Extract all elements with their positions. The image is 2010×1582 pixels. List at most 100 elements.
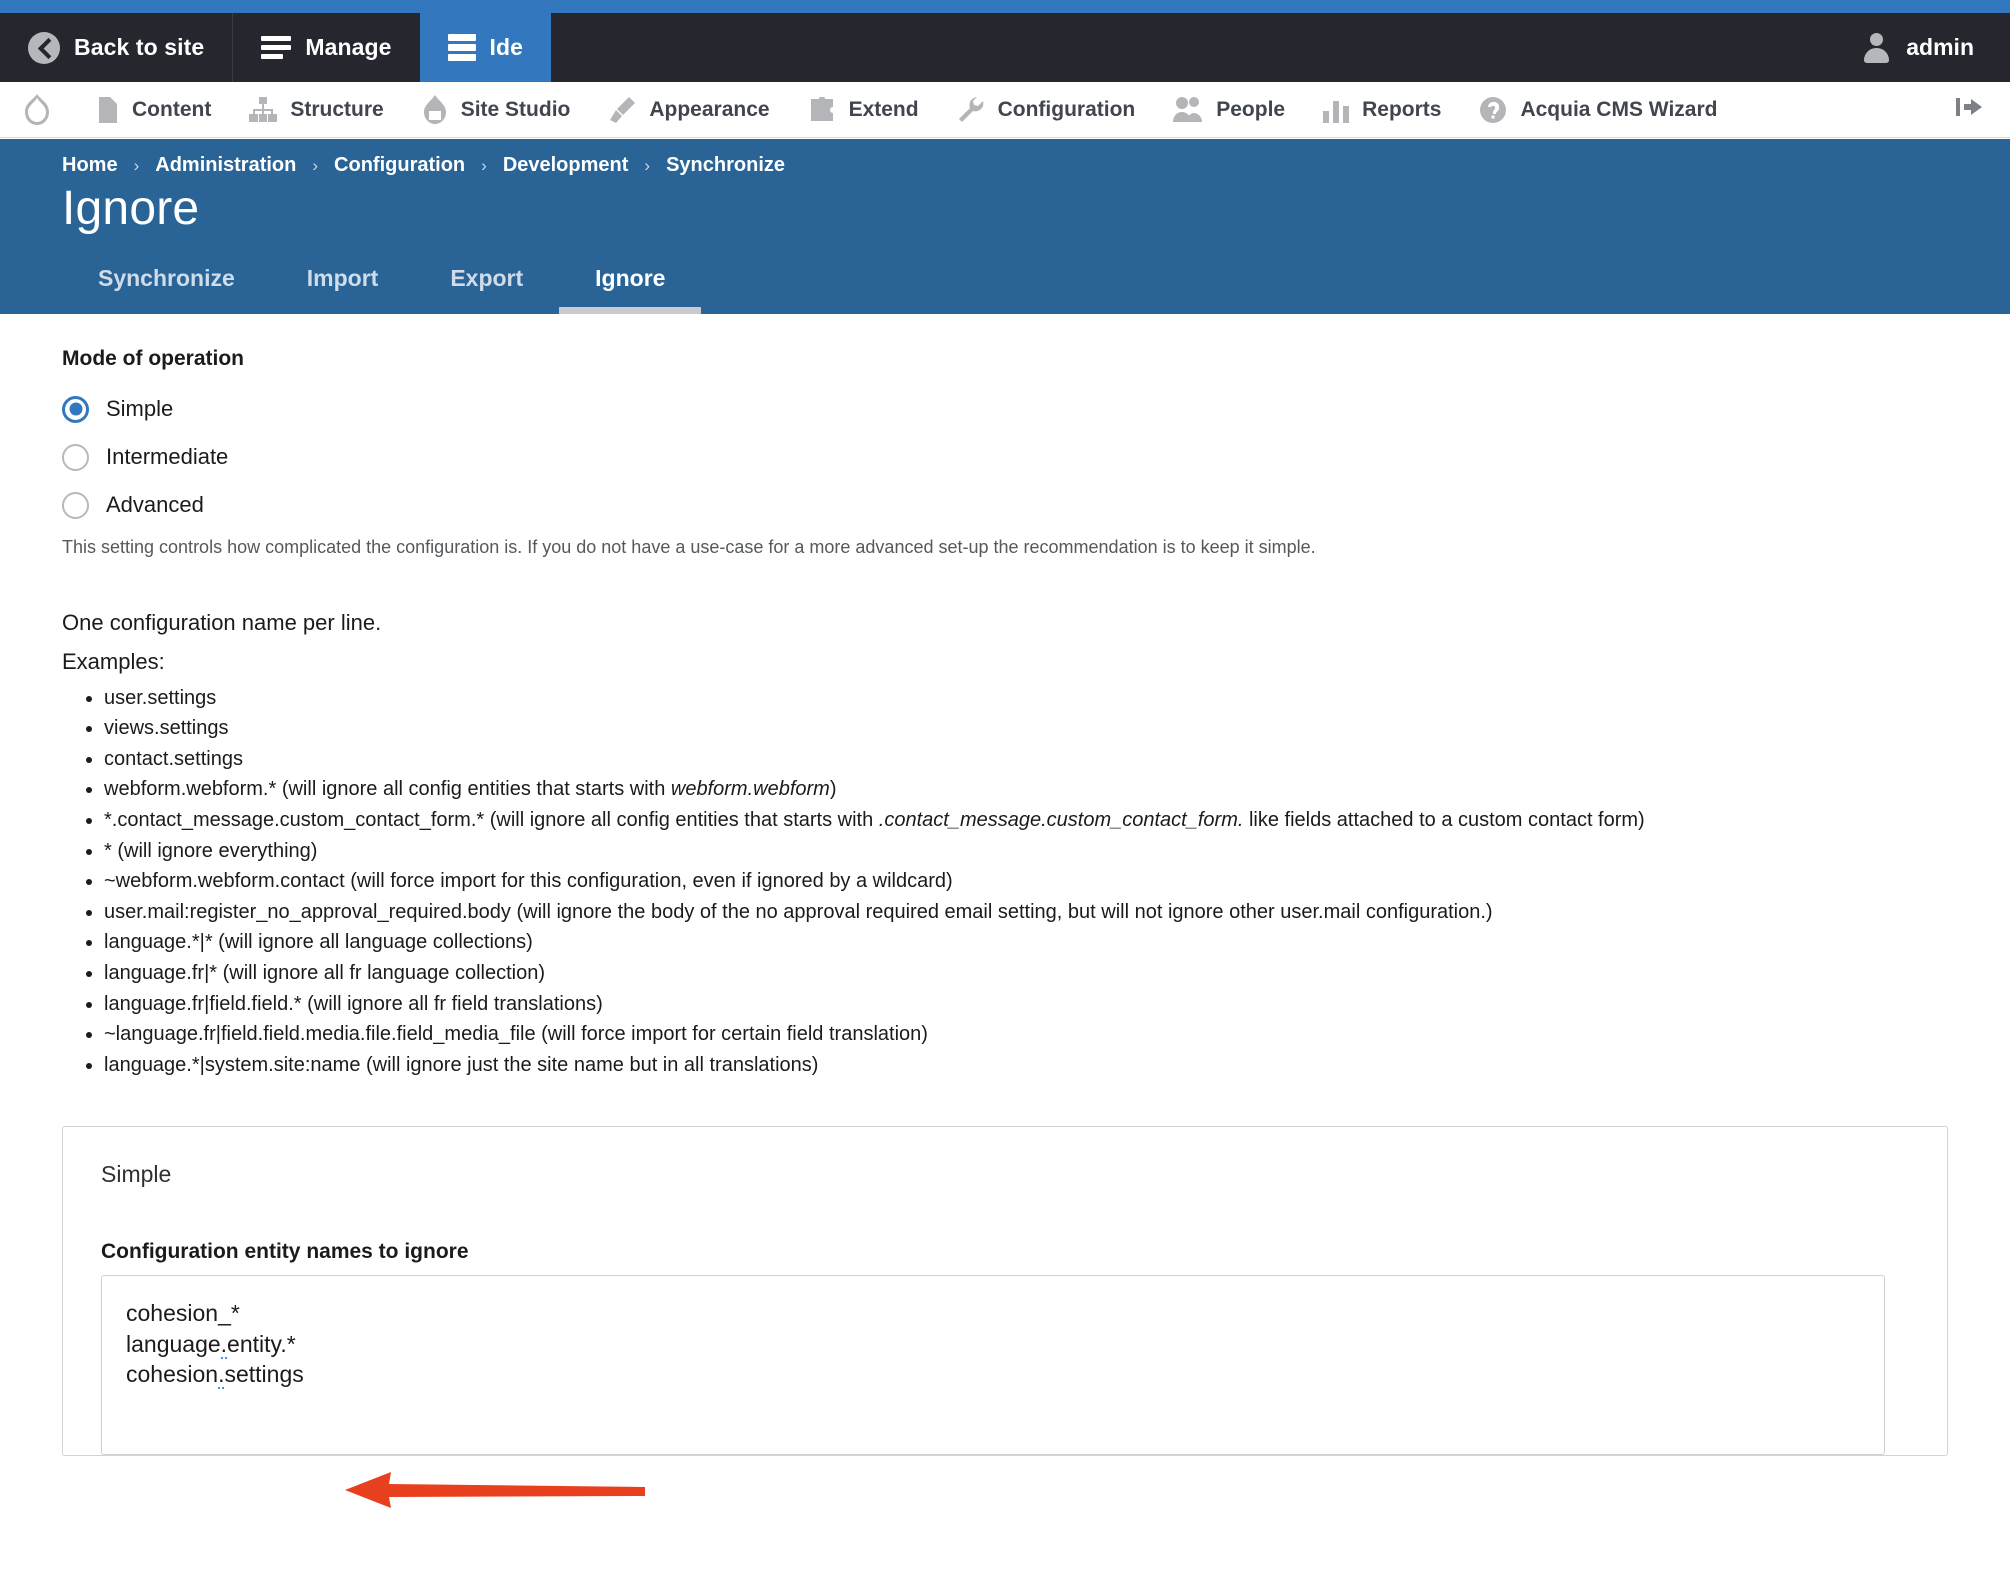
configuration-entity-names-textarea[interactable]: cohesion_* language.entity.* cohesion.se… xyxy=(101,1275,1885,1456)
breadcrumb-separator: › xyxy=(644,155,651,175)
breadcrumb-item-home[interactable]: Home xyxy=(62,154,118,177)
tab-export[interactable]: Export xyxy=(414,265,559,314)
server-stack-icon xyxy=(447,33,476,62)
menu-item-extend-label: Extend xyxy=(848,97,919,121)
back-chevron-icon xyxy=(28,31,60,64)
page-header: Home › Administration › Configuration › … xyxy=(0,139,2010,314)
tab-synchronize-label: Synchronize xyxy=(98,265,235,291)
configuration-entity-names-label: Configuration entity names to ignore xyxy=(101,1240,469,1264)
paintbrush-icon xyxy=(610,96,636,123)
breadcrumb-separator: › xyxy=(133,155,140,175)
menu-item-appearance[interactable]: Appearance xyxy=(589,82,788,138)
user-menu-button[interactable]: admin xyxy=(1842,13,2010,82)
radio-row-advanced[interactable]: Advanced xyxy=(62,481,1948,529)
menu-item-appearance-label: Appearance xyxy=(649,97,770,121)
radio-simple[interactable] xyxy=(62,395,89,423)
menu-item-content[interactable]: Content xyxy=(78,82,230,138)
back-to-site-label: Back to site xyxy=(74,34,205,60)
mode-of-operation-label: Mode of operation xyxy=(62,347,244,370)
radio-intermediate[interactable] xyxy=(62,443,89,471)
back-to-site-button[interactable]: Back to site xyxy=(0,13,232,82)
breadcrumb-item-administration[interactable]: Administration xyxy=(155,154,296,177)
ide-label: Ide xyxy=(489,34,524,60)
menu-item-content-label: Content xyxy=(132,97,212,121)
user-avatar-icon xyxy=(1862,32,1890,63)
breadcrumb-separator: › xyxy=(481,155,487,175)
textarea-line: cohesion_* xyxy=(126,1300,240,1327)
menu-item-acquia-cms-wizard[interactable]: Acquia CMS Wizard xyxy=(1460,82,1736,138)
menu-item-configuration-label: Configuration xyxy=(997,97,1136,121)
file-icon xyxy=(99,96,117,123)
radio-advanced-label: Advanced xyxy=(106,492,204,517)
puzzle-piece-icon xyxy=(810,96,833,121)
page-tabs: Synchronize Import Export Ignore xyxy=(62,242,702,314)
list-item: user.mail:register_no_approval_required.… xyxy=(104,900,1948,926)
examples-description: One configuration name per line. Example… xyxy=(62,608,1948,678)
list-item: language.fr|* (will ignore all fr langua… xyxy=(104,961,1948,987)
radio-simple-label: Simple xyxy=(106,396,174,421)
tab-ignore[interactable]: Ignore xyxy=(559,265,702,314)
page-title: Ignore xyxy=(62,182,200,235)
simple-fieldset-body: Configuration entity names to ignore coh… xyxy=(63,1188,1947,1456)
menu-item-acquia-cms-wizard-label: Acquia CMS Wizard xyxy=(1520,97,1718,121)
manage-tab[interactable]: Manage xyxy=(232,13,419,82)
simple-fieldset-card: Simple Configuration entity names to ign… xyxy=(62,1126,1948,1457)
breadcrumb-item-development[interactable]: Development xyxy=(503,154,629,177)
admin-toolbar-spacer xyxy=(551,13,1842,82)
mode-of-operation-radio-group: Simple Intermediate Advanced xyxy=(62,385,1948,529)
radio-row-simple[interactable]: Simple xyxy=(62,385,1948,433)
tab-import[interactable]: Import xyxy=(271,265,415,314)
question-circle-icon xyxy=(1480,96,1507,123)
menu-item-people[interactable]: People xyxy=(1154,82,1304,138)
menu-item-structure-label: Structure xyxy=(290,97,384,121)
people-icon xyxy=(1173,97,1203,122)
tab-import-label: Import xyxy=(306,265,379,291)
list-item: ~language.fr|field.field.media.file.fiel… xyxy=(104,1022,1948,1048)
radio-row-intermediate[interactable]: Intermediate xyxy=(62,433,1948,481)
simple-fieldset-title: Simple xyxy=(101,1161,172,1188)
droplet-icon xyxy=(423,94,446,124)
menu-item-reports[interactable]: Reports xyxy=(1304,82,1460,138)
tab-export-label: Export xyxy=(450,265,524,291)
drupal-logo-button[interactable] xyxy=(0,82,78,138)
ide-tab[interactable]: Ide xyxy=(419,13,552,82)
menu-item-site-studio[interactable]: Site Studio xyxy=(403,82,590,138)
textarea-line: cohesion.settings xyxy=(126,1361,304,1390)
radio-intermediate-label: Intermediate xyxy=(106,444,229,469)
list-item: views.settings xyxy=(104,716,1948,742)
admin-menu-bar: Content Structure Site Studio Appearance xyxy=(0,82,2010,138)
list-item: ~webform.webform.contact (will force imp… xyxy=(104,869,1948,895)
breadcrumb-item-synchronize[interactable]: Synchronize xyxy=(666,154,785,177)
list-item: contact.settings xyxy=(104,747,1948,773)
admin-toolbar: Back to site Manage Ide admin xyxy=(0,13,2010,82)
list-item: language.*|* (will ignore all language c… xyxy=(104,930,1948,956)
wrench-icon xyxy=(958,96,983,122)
breadcrumb-separator: › xyxy=(312,155,319,175)
menu-item-structure[interactable]: Structure xyxy=(230,82,402,138)
examples-label: Examples: xyxy=(62,648,165,674)
menu-item-extend[interactable]: Extend xyxy=(789,82,938,138)
list-item: user.settings xyxy=(104,686,1948,712)
bar-chart-icon xyxy=(1323,100,1350,123)
radio-advanced[interactable] xyxy=(62,491,89,519)
tab-synchronize[interactable]: Synchronize xyxy=(62,265,271,314)
drupal-drop-icon xyxy=(25,93,49,125)
breadcrumb-item-configuration[interactable]: Configuration xyxy=(334,154,465,177)
textarea-line: language.entity.* xyxy=(126,1330,296,1359)
breadcrumb: Home › Administration › Configuration › … xyxy=(62,154,785,177)
menu-item-people-label: People xyxy=(1216,97,1286,121)
collapse-sidebar-icon xyxy=(1956,98,1982,116)
list-item: language.*|system.site:name (will ignore… xyxy=(104,1053,1948,1079)
list-item: * (will ignore everything) xyxy=(104,839,1948,865)
menu-item-configuration[interactable]: Configuration xyxy=(938,82,1155,138)
main-content: Mode of operation Simple Intermediate Ad… xyxy=(0,314,2010,1582)
manage-label: Manage xyxy=(305,34,392,60)
list-item: *.contact_message.custom_contact_form.* … xyxy=(104,808,1948,834)
content-wrapper: Mode of operation Simple Intermediate Ad… xyxy=(0,314,2010,1457)
hamburger-icon xyxy=(261,35,292,60)
collapse-sidebar-button[interactable] xyxy=(1930,96,2010,123)
top-accent-strip xyxy=(0,0,2010,13)
intro-line: One configuration name per line. xyxy=(62,610,382,635)
user-name-label: admin xyxy=(1906,34,1974,60)
menu-item-reports-label: Reports xyxy=(1362,97,1442,121)
